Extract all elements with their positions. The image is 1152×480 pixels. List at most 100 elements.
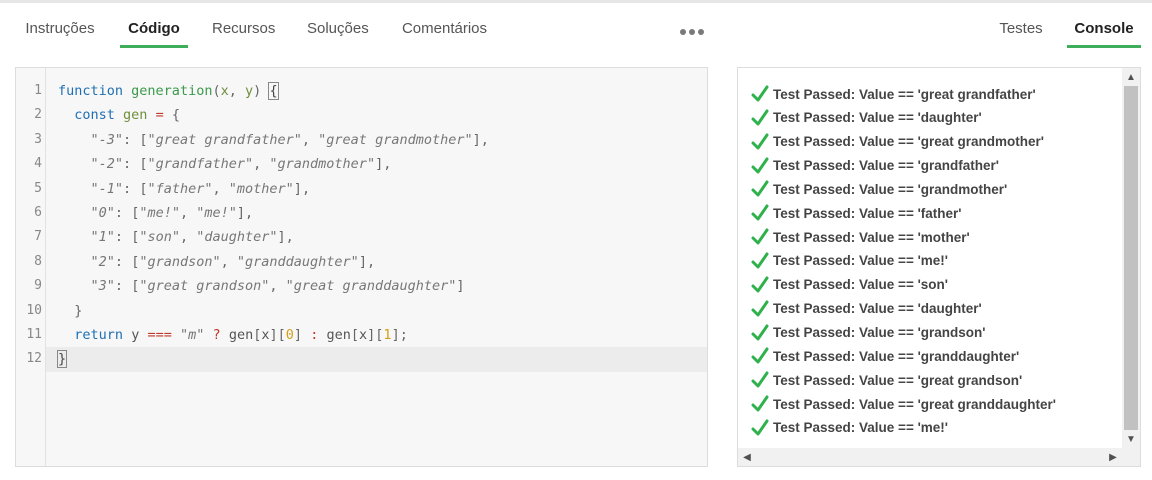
test-result-row: Test Passed: Value == 'daughter': [750, 297, 982, 321]
code-text: }: [74, 302, 83, 319]
check-icon: [750, 179, 770, 199]
code-text: const gen = {: [74, 107, 180, 124]
line-number: 8: [34, 253, 42, 269]
line-number: 7: [34, 229, 42, 245]
check-icon: [750, 227, 770, 247]
test-result-row: Test Passed: Value == 'great grandson': [750, 368, 1022, 392]
code-line[interactable]: 9 "3": ["great grandson", "great grandda…: [34, 274, 707, 298]
code-line[interactable]: 4 "-2": ["grandfather", "grandmother"],: [34, 152, 707, 176]
line-number: 6: [34, 205, 42, 220]
code-text: "2": ["grandson", "granddaughter"],: [90, 253, 376, 270]
scrollbar-thumb[interactable]: [1124, 86, 1138, 430]
code-line[interactable]: 7 "1": ["son", "daughter"],: [34, 225, 707, 249]
test-result-text: Test Passed: Value == 'son': [773, 277, 948, 293]
code-text: return y === "m" ? gen[x][0] : gen[x][1]…: [74, 327, 408, 343]
code-editor[interactable]: 1 function generation(x, y) { 2 const gen …: [15, 67, 708, 467]
check-icon: [750, 275, 770, 295]
code-text: }: [56, 350, 68, 369]
code-line[interactable]: 8 "2": ["grandson", "granddaughter"],: [34, 250, 707, 274]
test-result-text: Test Passed: Value == 'great grandfather…: [773, 86, 1036, 102]
code-text: "3": ["great grandson", "great granddaug…: [90, 278, 465, 295]
test-result-text: Test Passed: Value == 'great granddaught…: [773, 396, 1057, 412]
code-text: "-1": ["father", "mother"],: [90, 180, 311, 197]
test-result-text: Test Passed: Value == 'mother': [773, 229, 970, 245]
vertical-scrollbar[interactable]: ▲ ▼: [1122, 68, 1140, 448]
line-number: 11: [26, 327, 42, 342]
code-area[interactable]: 1 function generation(x, y) { 2 const gen …: [26, 68, 707, 466]
code-text: "1": ["son", "daughter"],: [90, 229, 294, 246]
test-result-row: Test Passed: Value == 'grandfather': [750, 154, 999, 178]
test-result-text: Test Passed: Value == 'great grandson': [773, 372, 1023, 388]
scroll-left-icon[interactable]: ◀: [738, 448, 756, 466]
check-icon: [750, 299, 770, 319]
test-result-text: Test Passed: Value == 'grandson': [773, 325, 986, 340]
tab-comentarios[interactable]: Comentários: [401, 14, 488, 48]
test-result-row: Test Passed: Value == 'son': [750, 273, 948, 297]
tab-console[interactable]: Console: [1067, 14, 1141, 48]
code-line[interactable]: 1 function generation(x, y) {: [34, 79, 707, 103]
check-icon: [750, 108, 770, 128]
test-result-text: Test Passed: Value == 'father': [773, 205, 962, 221]
console-panel: Test Passed: Value == 'great grandfather…: [737, 67, 1141, 467]
test-result-row: Test Passed: Value == 'great grandfather…: [750, 82, 1036, 106]
test-result-text: Test Passed: Value == 'grandmother': [773, 181, 1008, 197]
code-line[interactable]: 6 "0": ["me!", "me!"],: [34, 201, 707, 225]
test-result-text: Test Passed: Value == 'grandfather': [773, 158, 1000, 174]
test-result-text: Test Passed: Value == 'daughter': [773, 110, 982, 126]
code-line[interactable]: 5 "-1": ["father", "mother"],: [34, 177, 707, 201]
test-result-text: Test Passed: Value == 'me!': [773, 253, 949, 269]
check-icon: [750, 156, 770, 176]
check-icon: [750, 394, 770, 414]
test-result-row: Test Passed: Value == 'me!': [750, 249, 948, 273]
tab-instrucoes[interactable]: Instruções: [25, 14, 95, 48]
scroll-up-icon[interactable]: ▲: [1122, 69, 1140, 85]
code-text: "-3": ["great grandfather", "great grand…: [90, 131, 489, 148]
test-result-row: Test Passed: Value == 'me!': [750, 416, 948, 440]
check-icon: [750, 418, 770, 438]
code-line[interactable]: 12}: [26, 347, 707, 372]
ellipsis-icon[interactable]: [680, 22, 704, 42]
test-results-list: Test Passed: Value == 'great grandfather…: [738, 68, 1122, 448]
line-number: 3: [34, 131, 42, 147]
code-text: function generation(x, y) {: [58, 82, 279, 100]
horizontal-scrollbar[interactable]: ◀ ▶: [738, 448, 1140, 466]
test-result-row: Test Passed: Value == 'mother': [750, 225, 970, 249]
test-result-text: Test Passed: Value == 'great grandmother…: [773, 134, 1045, 150]
test-result-text: Test Passed: Value == 'me!': [773, 420, 949, 436]
line-number: 1: [34, 83, 42, 98]
check-icon: [750, 132, 770, 152]
tab-testes[interactable]: Testes: [999, 14, 1043, 48]
test-result-text: Test Passed: Value == 'granddaughter': [773, 348, 1020, 364]
code-text: "0": ["me!", "me!"],: [90, 205, 254, 221]
line-number: 12: [26, 351, 42, 367]
scroll-right-icon[interactable]: ▶: [1104, 448, 1122, 466]
test-result-row: Test Passed: Value == 'daughter': [750, 106, 982, 130]
test-result-row: Test Passed: Value == 'great granddaught…: [750, 392, 1056, 416]
line-number: 2: [34, 107, 42, 123]
scroll-down-icon[interactable]: ▼: [1122, 431, 1140, 447]
test-result-row: Test Passed: Value == 'great grandmother…: [750, 130, 1044, 154]
test-result-row: Test Passed: Value == 'grandson': [750, 321, 986, 345]
check-icon: [750, 251, 770, 271]
code-text: "-2": ["grandfather", "grandmother"],: [90, 156, 392, 173]
check-icon: [750, 346, 770, 366]
line-number: 10: [26, 302, 42, 318]
tab-codigo[interactable]: Código: [120, 14, 188, 48]
test-result-row: Test Passed: Value == 'grandmother': [750, 177, 1007, 201]
check-icon: [750, 323, 770, 343]
check-icon: [750, 84, 770, 104]
code-line[interactable]: 10 }: [26, 299, 707, 323]
test-result-row: Test Passed: Value == 'granddaughter': [750, 344, 1019, 368]
code-line[interactable]: 11 return y === "m" ? gen[x][0] : gen[x]…: [26, 323, 707, 347]
code-line[interactable]: 3 "-3": ["great grandfather", "great gra…: [34, 128, 707, 152]
top-border: [0, 0, 1152, 3]
test-result-text: Test Passed: Value == 'daughter': [773, 301, 982, 317]
tab-recursos[interactable]: Recursos: [212, 14, 275, 48]
line-number: 4: [34, 156, 42, 172]
line-number: 9: [34, 278, 42, 294]
check-icon: [750, 370, 770, 390]
code-line[interactable]: 2 const gen = {: [34, 103, 707, 127]
tab-solucoes[interactable]: Soluções: [307, 14, 369, 48]
line-number: 5: [34, 180, 42, 196]
check-icon: [750, 203, 770, 223]
